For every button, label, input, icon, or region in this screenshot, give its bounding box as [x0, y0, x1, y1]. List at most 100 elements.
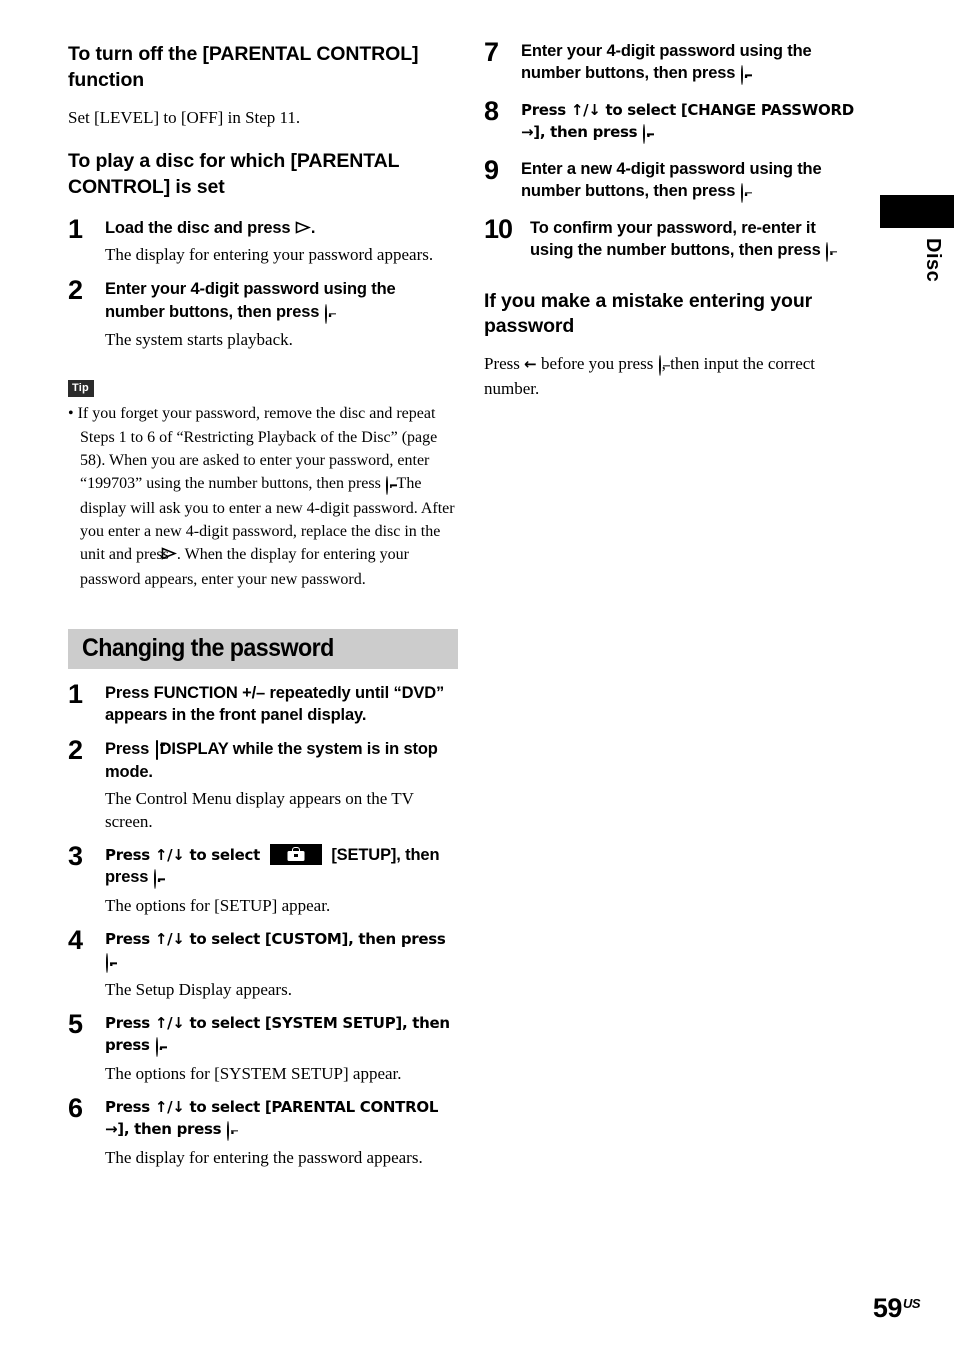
step-description: The system starts playback. [105, 330, 293, 350]
step-description: The display for entering the password ap… [105, 1147, 423, 1167]
change-step-8: 8 Press ↑/↓ to select [CHANGE PASSWORD →… [484, 98, 859, 146]
step-title-text: Enter a new 4-digit password using the n… [521, 159, 822, 201]
change-step-6: 6 Press ↑/↓ to select [PARENTAL CONTROL … [68, 1092, 458, 1169]
play-step-1: 1 Load the disc and press . The display … [68, 213, 458, 267]
enter-button-icon [153, 869, 156, 890]
step-title: Press ↑/↓ to select [CHANGE PASSWORD →],… [521, 99, 859, 146]
change-step-9: 9 Enter a new 4-digit password using the… [484, 154, 859, 205]
step-number: 5 [68, 1008, 83, 1039]
step-title-suffix: . [156, 868, 162, 887]
step-title: Load the disc and press . [105, 217, 458, 240]
enter-button-icon [155, 1037, 158, 1058]
step-title-suffix: . [743, 182, 749, 201]
step-number: 1 [68, 213, 83, 244]
mistake-text-part-2: before you press [536, 354, 658, 374]
step-title-text: Press ↑/↓ to select [105, 845, 265, 864]
right-column: 7 Enter your 4-digit password using the … [484, 0, 859, 401]
step-title-text: Enter your 4-digit password using the nu… [521, 42, 812, 83]
change-step-10: 10 To confirm your password, re-enter it… [484, 213, 859, 264]
step-body: Load the disc and press . The display fo… [105, 217, 458, 267]
step-body: Enter a new 4-digit password using the n… [521, 158, 859, 205]
change-step-4: 4 Press ↑/↓ to select [CUSTOM], then pre… [68, 924, 458, 1001]
step-number: 1 [68, 678, 83, 709]
display-icon [155, 739, 169, 760]
step-title-suffix: . [230, 1120, 235, 1139]
step-body: Press ↑/↓ to select [CHANGE PASSWORD →],… [521, 99, 859, 146]
enter-button-icon [324, 303, 327, 324]
step-title-suffix: . [327, 302, 333, 321]
step-title: Press ↑/↓ to select [SETUP], then press … [105, 843, 458, 891]
step-body: Press ↑/↓ to select [SYSTEM SETUP], then… [105, 1012, 458, 1085]
heading-play-disc-parental-control: To play a disc for which [PARENTAL CONTR… [68, 149, 400, 198]
step-title-suffix: . [158, 1036, 164, 1055]
left-arrow-icon: ← [524, 355, 537, 374]
page-number-value: 59 [872, 1293, 903, 1323]
step-title-text: Press ↑/↓ to select [CUSTOM], then press [105, 929, 446, 948]
step-title: Press ↑/↓ to select [PARENTAL CONTROL →]… [105, 1096, 458, 1143]
change-step-7: 7 Enter your 4-digit password using the … [484, 37, 859, 87]
step-title-suffix: DISPLAY while the system is in stop mode… [105, 739, 438, 782]
step-title-text: To confirm your password, re-enter it us… [530, 218, 826, 260]
heading-if-you-make-a-mistake: If you make a mistake entering your pass… [484, 289, 813, 338]
enter-button-icon [643, 124, 646, 145]
change-step-2: 2 Press DISPLAY while the system is in s… [68, 734, 458, 833]
step-title-text: Enter your 4-digit password using the nu… [105, 280, 396, 321]
step-title-text: Load the disc and press [105, 218, 295, 237]
step-body: Press ↑/↓ to select [PARENTAL CONTROL →]… [105, 1096, 458, 1169]
enter-button-icon [106, 953, 108, 974]
step-number: 2 [68, 734, 83, 765]
section-header-changing-password: Changing the password [68, 628, 458, 669]
step-description: The options for [SYSTEM SETUP] appear. [105, 1063, 402, 1083]
step-body: Enter your 4-digit password using the nu… [521, 40, 859, 87]
tip-text-part-1: • If you forget your password, remove th… [68, 405, 438, 492]
step-title: Press ↑/↓ to select [SYSTEM SETUP], then… [105, 1012, 458, 1059]
chapter-tab-label: Disc [922, 238, 944, 283]
step-title-suffix: . [646, 123, 651, 142]
step-number: 6 [68, 1092, 83, 1123]
step-title: Press DISPLAY while the system is in sto… [105, 738, 458, 784]
enter-button-icon [385, 475, 388, 495]
step-title: Enter a new 4-digit password using the n… [521, 158, 859, 205]
step-description: The Setup Display appears. [105, 979, 292, 999]
play-icon [295, 218, 312, 240]
enter-button-icon [826, 242, 829, 263]
step-number: 2 [68, 275, 83, 306]
step-number: 10 [484, 213, 513, 244]
step-title: To confirm your password, re-enter it us… [530, 217, 859, 264]
step-title-text: Press [105, 739, 154, 758]
section-title: Changing the password [82, 634, 334, 663]
step-number: 9 [484, 154, 499, 185]
step-title-text: Press ↑/↓ to select [PARENTAL CONTROL →]… [105, 1097, 439, 1139]
tip-badge: Tip [68, 380, 94, 398]
play-step-2: 2 Enter your 4-digit password using the … [68, 275, 458, 351]
change-step-5: 5 Press ↑/↓ to select [SYSTEM SETUP], th… [68, 1008, 458, 1085]
step-title: Press FUNCTION +/– repeatedly until “DVD… [105, 683, 445, 725]
chapter-tab-marker [880, 195, 954, 228]
enter-button-icon [740, 183, 743, 204]
step-title: Enter your 4-digit password using the nu… [105, 278, 458, 325]
left-column: To turn off the [PARENTAL CONTROL] funct… [68, 0, 458, 1169]
enter-button-icon [740, 65, 743, 86]
change-step-3: 3 Press ↑/↓ to select [SETUP], then pres… [68, 840, 458, 917]
setup-icon [269, 843, 322, 865]
step-body: Press DISPLAY while the system is in sto… [105, 738, 458, 833]
step-number: 3 [68, 840, 83, 871]
step-number: 4 [68, 924, 83, 955]
heading-turn-off-parental-control: To turn off the [PARENTAL CONTROL] funct… [68, 43, 419, 91]
step-body: Press ↑/↓ to select [CUSTOM], then press… [105, 928, 458, 1001]
step-description: The Control Menu display appears on the … [105, 788, 414, 831]
tip-body-text: • If you forget your password, remove th… [68, 402, 458, 591]
manual-page: To turn off the [PARENTAL CONTROL] funct… [0, 0, 954, 1352]
step-title-suffix: . [829, 241, 834, 260]
step-title-suffix: . [109, 952, 114, 971]
mistake-body-text: Press ← before you press , then input th… [484, 352, 859, 400]
step-description: The display for entering your password a… [105, 245, 434, 265]
tip-block: Tip • If you forget your password, remov… [68, 378, 458, 591]
page-number-region: US [902, 1296, 921, 1311]
page-number: 59US [872, 1293, 921, 1324]
step-body: Press FUNCTION +/– repeatedly until “DVD… [105, 682, 458, 727]
step-description: The options for [SETUP] appear. [105, 895, 331, 915]
turn-off-body-text: Set [LEVEL] to [OFF] in Step 11. [68, 107, 301, 127]
step-number: 7 [484, 37, 499, 67]
step-title: Enter your 4-digit password using the nu… [521, 40, 859, 87]
